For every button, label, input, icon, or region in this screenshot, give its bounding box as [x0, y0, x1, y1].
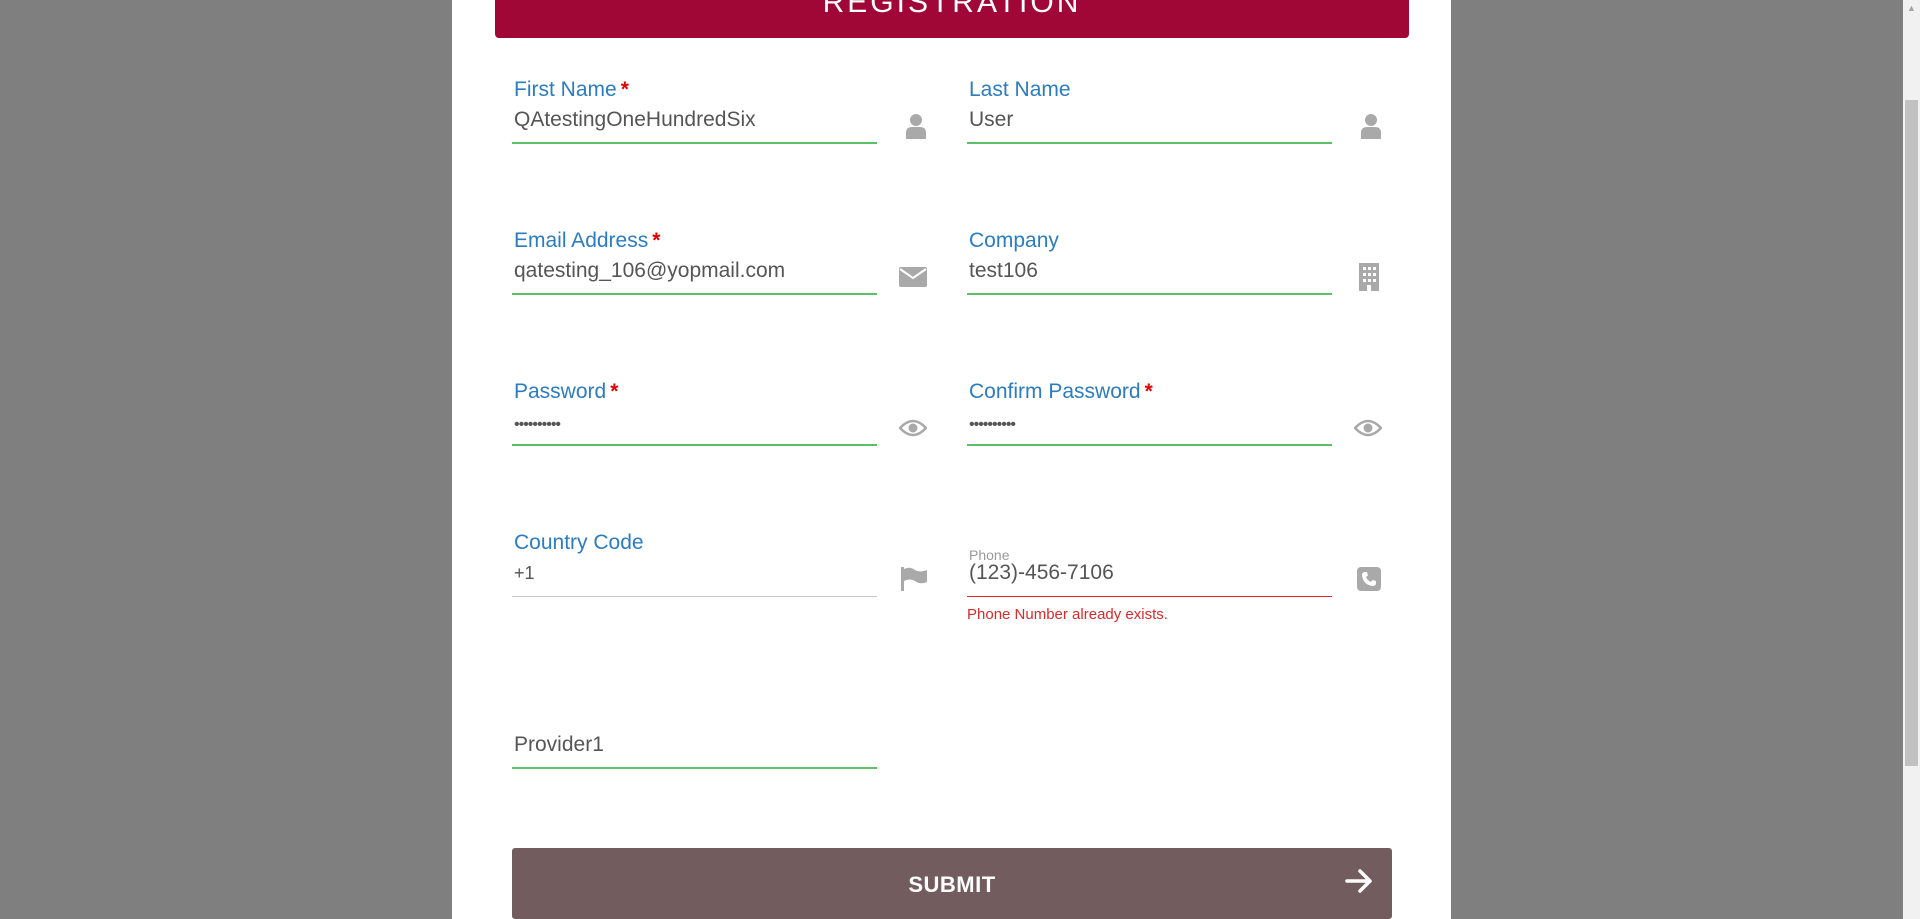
first-name-input[interactable]: QAtestingOneHundredSix	[514, 108, 756, 132]
eye-icon[interactable]	[1353, 413, 1383, 443]
user-icon	[1356, 111, 1386, 141]
country-code-input[interactable]: +1	[514, 563, 535, 584]
company-input[interactable]: test106	[969, 259, 1038, 283]
password-underline	[512, 444, 877, 446]
country-code-label: Country Code	[514, 531, 644, 554]
arrow-right-icon	[1344, 866, 1374, 896]
password-field: Password * ••••••••••	[512, 380, 932, 460]
submit-label: SUBMIT	[908, 872, 996, 897]
company-label: Company	[969, 229, 1059, 252]
email-input[interactable]: qatesting_106@yopmail.com	[514, 259, 785, 283]
last-name-field: Last Name User	[967, 78, 1387, 158]
last-name-underline	[967, 142, 1332, 144]
page-scrollbar[interactable]: ▲	[1903, 0, 1920, 919]
user-icon	[901, 111, 931, 141]
confirm-password-label: Confirm Password *	[969, 380, 1153, 403]
registration-header: REGISTRATION	[495, 0, 1409, 38]
password-input[interactable]: ••••••••••	[514, 416, 561, 434]
provider-select[interactable]: Provider1	[514, 733, 604, 757]
phone-underline	[967, 596, 1332, 597]
provider-field: Provider1	[512, 703, 932, 783]
last-name-label: Last Name	[969, 78, 1071, 101]
email-underline	[512, 293, 877, 295]
first-name-label: First Name *	[514, 78, 629, 101]
phone-input[interactable]: (123)-456-7106	[969, 561, 1114, 585]
phone-field: Phone (123)-456-7106 Phone Number alread…	[967, 531, 1387, 631]
phone-icon	[1354, 564, 1384, 594]
last-name-input[interactable]: User	[969, 108, 1013, 132]
country-code-underline	[512, 596, 877, 597]
building-icon	[1354, 262, 1384, 292]
first-name-underline	[512, 142, 877, 144]
flag-icon	[899, 564, 929, 594]
company-field: Company test106	[967, 229, 1387, 309]
scroll-up-icon[interactable]: ▲	[1903, 0, 1920, 17]
phone-error-message: Phone Number already exists.	[967, 606, 1168, 623]
eye-icon[interactable]	[898, 413, 928, 443]
company-underline	[967, 293, 1332, 295]
confirm-password-field: Confirm Password * ••••••••••	[967, 380, 1387, 460]
scrollbar-thumb[interactable]	[1905, 100, 1918, 766]
submit-button[interactable]: SUBMIT	[512, 848, 1392, 919]
first-name-field: First Name * QAtestingOneHundredSix	[512, 78, 932, 158]
provider-underline	[512, 767, 877, 769]
email-field: Email Address * qatesting_106@yopmail.com	[512, 229, 932, 309]
confirm-password-underline	[967, 444, 1332, 446]
envelope-icon	[898, 262, 928, 292]
confirm-password-input[interactable]: ••••••••••	[969, 416, 1016, 434]
password-label: Password *	[514, 380, 619, 403]
email-label: Email Address *	[514, 229, 661, 252]
registration-title: REGISTRATION	[822, 0, 1082, 19]
country-code-field: Country Code +1	[512, 531, 932, 611]
